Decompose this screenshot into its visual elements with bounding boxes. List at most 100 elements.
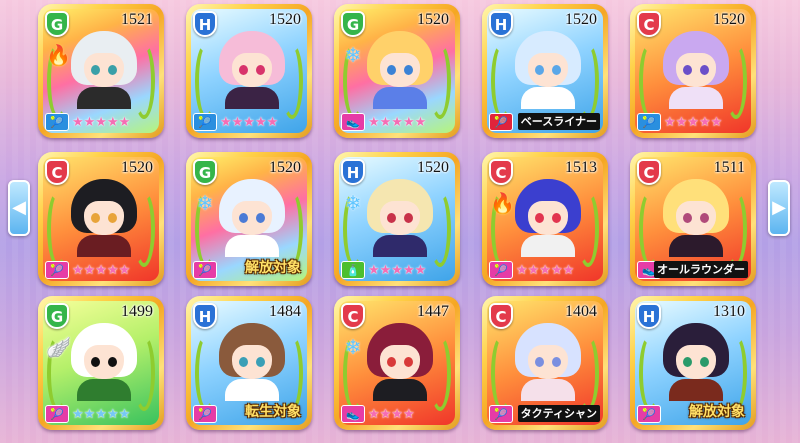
rarity-stars: ★★★★★	[220, 114, 279, 130]
card-footer: 👟 ★★★★★	[339, 111, 455, 133]
bottle-role-icon: 🧴	[341, 261, 365, 279]
racket-role-icon: 🎾	[489, 113, 513, 131]
next-page-button[interactable]: ▶	[768, 180, 790, 236]
card-footer: 🎾 ★★★★★	[191, 111, 307, 133]
character-figure	[219, 31, 285, 109]
card-footer: 🎾 ★★★★★	[487, 259, 603, 281]
character-card[interactable]: C 1447 ❄ 👟 ★★★★	[334, 296, 460, 430]
character-figure	[219, 323, 285, 401]
card-footer: 🧴 ★★★★★	[339, 259, 455, 281]
power-value: 1511	[713, 159, 745, 176]
power-value: 1520	[269, 159, 301, 176]
rank-badge: G	[193, 159, 217, 185]
character-figure	[71, 31, 137, 109]
power-value: 1520	[713, 11, 745, 28]
laurel-icon	[47, 191, 69, 267]
racket-role-icon: 🎾	[193, 261, 217, 279]
rarity-stars: ★★★★★	[368, 114, 427, 130]
character-card[interactable]: C 1520 🎾 ★★★★★	[38, 152, 164, 286]
ice-element-icon: ❄	[196, 191, 214, 215]
character-card[interactable]: G 1521 🔥 🎾 ★★★★★	[38, 4, 164, 138]
rarity-stars: ★★★★★	[72, 262, 131, 278]
power-value: 1520	[269, 11, 301, 28]
prev-page-button[interactable]: ◀	[8, 180, 30, 236]
rarity-stars: ★★★★★	[72, 406, 131, 422]
power-value: 1310	[713, 303, 745, 320]
character-card[interactable]: C 1520 🎾 ★★★★★	[630, 4, 756, 138]
card-portrait: H 1520 🎾 ベースライナー	[487, 9, 603, 133]
rank-badge: H	[341, 159, 365, 185]
card-portrait: C 1520 🎾 ★★★★★	[635, 9, 751, 133]
character-figure	[663, 179, 729, 257]
power-value: 1520	[565, 11, 597, 28]
target-label: 転生対象	[245, 404, 301, 420]
racket-role-icon: 🎾	[45, 405, 69, 423]
character-figure	[515, 31, 581, 109]
racket-role-icon: 🎾	[193, 113, 217, 131]
card-portrait: C 1404 🎾 タクティシャン	[487, 301, 603, 425]
character-card[interactable]: G 1520 ❄ 👟 ★★★★★	[334, 4, 460, 138]
character-card[interactable]: H 1520 ❄ 🧴 ★★★★★	[334, 152, 460, 286]
laurel-icon	[639, 191, 661, 267]
chevron-left-icon: ◀	[12, 197, 26, 218]
card-portrait: C 1520 🎾 ★★★★★	[43, 157, 159, 281]
power-value: 1404	[565, 303, 597, 320]
character-figure	[663, 323, 729, 401]
rank-badge: C	[341, 303, 365, 329]
ice-element-icon: ❄	[344, 191, 362, 215]
character-figure	[71, 179, 137, 257]
power-value: 1499	[121, 303, 153, 320]
card-portrait: C 1513 🔥 🎾 ★★★★★	[487, 157, 603, 281]
character-card[interactable]: H 1484 🎾 転生対象	[186, 296, 312, 430]
character-card[interactable]: G 1520 ❄ 🎾 解放対象	[186, 152, 312, 286]
rank-badge: C	[637, 11, 661, 37]
ice-element-icon: ❄	[344, 43, 362, 67]
rarity-stars: ★★★★★	[516, 262, 575, 278]
card-portrait: G 1520 ❄ 👟 ★★★★★	[339, 9, 455, 133]
card-portrait: H 1520 🎾 ★★★★★	[191, 9, 307, 133]
rank-badge: G	[45, 11, 69, 37]
character-figure	[71, 323, 137, 401]
laurel-icon	[195, 43, 217, 119]
card-footer: 🎾 ★★★★★	[43, 403, 159, 425]
character-card[interactable]: G 1499 🪽 🎾 ★★★★★	[38, 296, 164, 430]
racket-role-icon: 🎾	[637, 405, 661, 423]
shoe-role-icon: 👟	[341, 405, 365, 423]
laurel-icon	[491, 43, 513, 119]
card-portrait: G 1521 🔥 🎾 ★★★★★	[43, 9, 159, 133]
card-portrait: C 1447 ❄ 👟 ★★★★	[339, 301, 455, 425]
laurel-icon	[491, 335, 513, 411]
character-figure	[367, 323, 433, 401]
laurel-icon	[639, 43, 661, 119]
card-portrait: H 1310 🎾 解放対象	[635, 301, 751, 425]
racket-role-icon: 🎾	[489, 405, 513, 423]
character-grid: G 1521 🔥 🎾 ★★★★★ H 1520 🎾 ★★★★★ G 1520 ❄ 👟 ★★★★★ H 1520…	[38, 4, 760, 440]
rank-badge: H	[489, 11, 513, 37]
character-card[interactable]: C 1511 👟 オールラウンダー	[630, 152, 756, 286]
racket-role-icon: 🎾	[45, 113, 69, 131]
character-card[interactable]: C 1404 🎾 タクティシャン	[482, 296, 608, 430]
character-figure	[367, 179, 433, 257]
play-style-label: ベースライナー	[517, 113, 600, 130]
rank-badge: H	[193, 11, 217, 37]
power-value: 1520	[417, 159, 449, 176]
racket-role-icon: 🎾	[489, 261, 513, 279]
character-card[interactable]: H 1520 🎾 ★★★★★	[186, 4, 312, 138]
character-figure	[367, 31, 433, 109]
laurel-icon	[639, 335, 661, 411]
racket-role-icon: 🎾	[637, 113, 661, 131]
racket-role-icon: 🎾	[45, 261, 69, 279]
rarity-stars: ★★★★★	[72, 114, 131, 130]
character-card[interactable]: H 1520 🎾 ベースライナー	[482, 4, 608, 138]
racket-role-icon: 🎾	[193, 405, 217, 423]
card-portrait: H 1484 🎾 転生対象	[191, 301, 307, 425]
target-label: 解放対象	[245, 260, 301, 276]
power-value: 1520	[417, 11, 449, 28]
card-portrait: C 1511 👟 オールラウンダー	[635, 157, 751, 281]
fire-element-icon: 🔥	[46, 43, 71, 67]
card-portrait: G 1499 🪽 🎾 ★★★★★	[43, 301, 159, 425]
card-footer: 🎾 ★★★★★	[43, 259, 159, 281]
character-card[interactable]: C 1513 🔥 🎾 ★★★★★	[482, 152, 608, 286]
character-card[interactable]: H 1310 🎾 解放対象	[630, 296, 756, 430]
card-footer: 🎾 ★★★★★	[43, 111, 159, 133]
